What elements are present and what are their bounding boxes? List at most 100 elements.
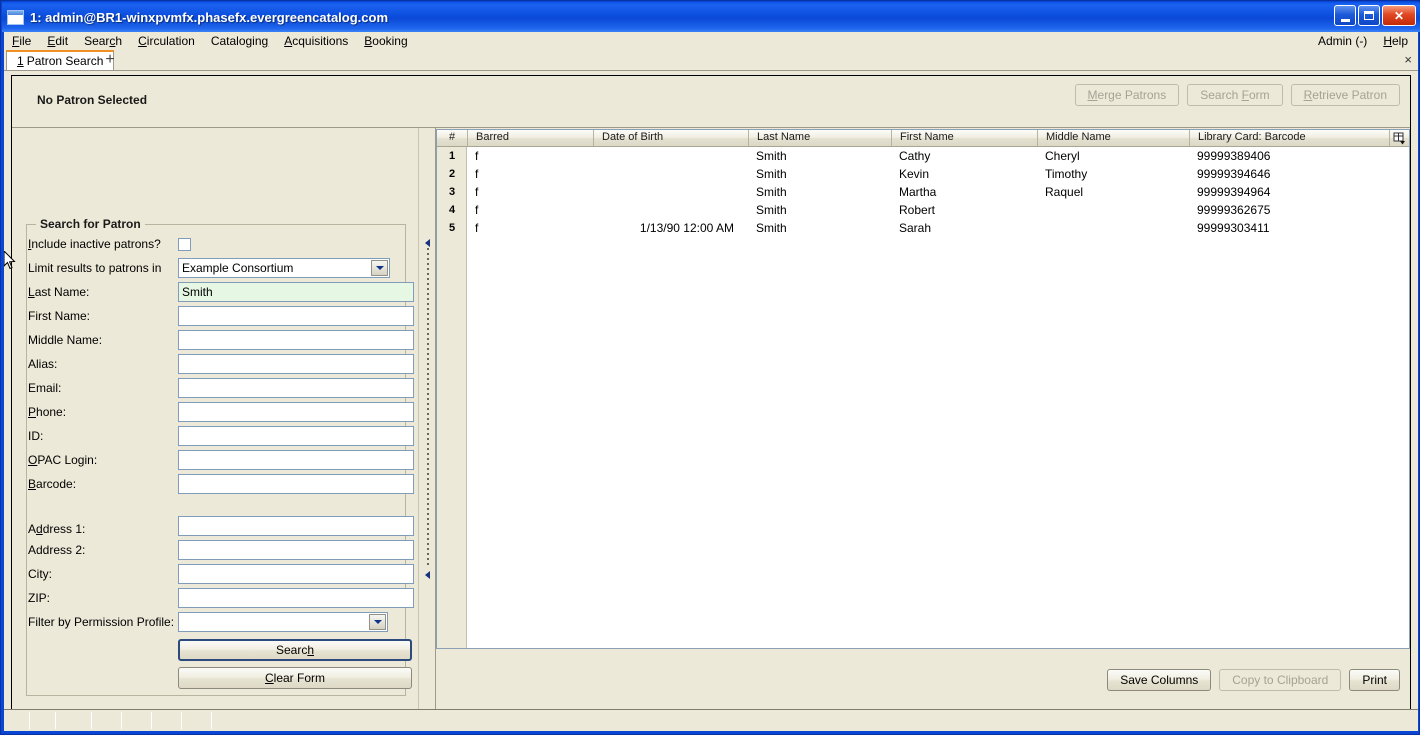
cell-barcode: 99999389406 [1197,149,1271,163]
menu-file[interactable]: File [4,33,39,49]
chevron-down-icon [369,614,386,630]
status-cell-7 [182,712,212,729]
field-include-inactive: Include inactive patrons? [28,232,418,256]
collapse-left-arrow-icon[interactable] [423,238,432,247]
id-input[interactable] [178,426,414,446]
column-header-num[interactable]: # [437,130,467,146]
cell-barred: f [475,221,479,235]
address2-input[interactable] [178,540,414,560]
search-form-buttons: Search Clear Form [28,639,418,689]
table-row[interactable]: 2 f Smith Kevin Timothy 99999394646 [437,165,1409,183]
alias-input[interactable] [178,354,414,374]
cell-middle_name: Timothy [1045,167,1088,181]
tab-strip: 1 Patron Search + × [4,50,1418,71]
menu-edit[interactable]: Edit [39,33,76,49]
column-header-dob[interactable]: Date of Birth [593,130,748,146]
menu-search[interactable]: Search [76,33,130,49]
app-icon [7,9,24,25]
menu-booking[interactable]: Booking [356,33,415,49]
field-address2: Address 2: [28,538,418,562]
last-name-input[interactable] [178,282,414,302]
menu-cataloging[interactable]: Cataloging [203,33,276,49]
menu-help[interactable]: Help [1375,33,1416,49]
print-button[interactable]: Print [1349,669,1400,691]
menu-admin[interactable]: Admin (-) [1310,33,1375,49]
field-id: ID: [28,424,418,448]
column-header-middle_name[interactable]: Middle Name [1037,130,1189,146]
cell-barred: f [475,203,479,217]
cell-first_name: Robert [899,203,936,217]
table-row[interactable]: 3 f Smith Martha Raquel 99999394964 [437,183,1409,201]
table-row[interactable]: 4 f Smith Robert 99999362675 [437,201,1409,219]
retrieve-patron-button[interactable]: Retrieve Patron [1290,84,1400,106]
barcode-input[interactable] [178,474,414,494]
field-permission-profile: Filter by Permission Profile: [28,610,418,634]
results-grid: # Barred Date of Birth Last Name First Name M… [436,129,1410,649]
opac-login-label: OPAC Login: [28,453,98,467]
column-header-last_name[interactable]: Last Name [748,130,891,146]
middle-name-label: Middle Name: [28,333,103,347]
field-first-name: First Name: [28,304,418,328]
limit-results-value: Example Consortium [182,261,294,275]
patron-search-form: Include inactive patrons? Limit results … [28,232,418,695]
tab-patron-search[interactable]: 1 Patron Search [6,50,115,70]
minimize-button[interactable] [1334,5,1356,26]
limit-results-select[interactable]: Example Consortium [178,258,390,278]
splitter-grip[interactable] [427,248,429,568]
limit-results-label: Limit results to patrons in [28,261,162,275]
column-chooser-icon[interactable] [1389,130,1409,146]
new-tab-button[interactable]: + [102,52,118,68]
permission-profile-select[interactable] [178,612,388,632]
status-cell-fill [212,712,1416,729]
phone-input[interactable] [178,402,414,422]
email-input[interactable] [178,378,414,398]
middle-name-input[interactable] [178,330,414,350]
address1-input[interactable] [178,516,414,536]
zip-input[interactable] [178,588,414,608]
pane-splitter[interactable] [418,128,436,709]
city-input[interactable] [178,564,414,584]
field-city: City: [28,562,418,586]
menu-acquisitions[interactable]: Acquisitions [276,33,356,49]
opac-login-input[interactable] [178,450,414,470]
close-button[interactable]: ✕ [1382,5,1416,26]
cell-barcode: 99999394646 [1197,167,1271,181]
clear-form-button[interactable]: Clear Form [178,667,412,689]
cell-barred: f [475,185,479,199]
table-row[interactable]: 5 f 1/13/90 12:00 AM Smith Sarah 99999303411 [437,219,1409,237]
column-header-barred[interactable]: Barred [467,130,593,146]
cell-barcode: 99999303411 [1197,221,1270,235]
grid-rows: 1 f Smith Cathy Cheryl 99999389406 2 f Smith Kevi… [437,147,1409,237]
menu-circulation[interactable]: Circulation [130,33,203,49]
first-name-input[interactable] [178,306,414,326]
cell-num: 2 [448,168,456,180]
search-button[interactable]: Search [178,639,412,661]
window-title: 1: admin@BR1-winxpvmfx.phasefx.evergreen… [30,9,389,25]
page-title: No Patron Selected [37,93,148,107]
application-window: 1: admin@BR1-winxpvmfx.phasefx.evergreen… [0,0,1420,735]
field-alias: Alias: [28,352,418,376]
save-columns-button[interactable]: Save Columns [1107,669,1212,691]
include-inactive-checkbox[interactable] [178,237,191,251]
column-header-first_name[interactable]: First Name [891,130,1037,146]
column-header-barcode[interactable]: Library Card: Barcode [1189,130,1391,146]
merge-patrons-button[interactable]: Merge Patrons [1074,84,1180,106]
include-inactive-label: Include inactive patrons? [28,237,161,251]
phone-label: Phone: [28,405,67,419]
status-cell-5 [122,712,152,729]
client-area: File Edit Search Circulation Cataloging … [4,32,1418,731]
grid-header-row: # Barred Date of Birth Last Name First Name M… [437,130,1409,147]
close-tab-icon[interactable]: × [1404,52,1412,67]
field-last-name: Last Name: [28,280,418,304]
cell-num: 3 [448,186,456,198]
maximize-button[interactable] [1358,5,1380,26]
city-label: City: [28,567,52,581]
last-name-label: Last Name: [28,285,90,299]
search-form-button[interactable]: Search Form [1187,84,1283,106]
tab-label: Patron Search [26,54,104,68]
menu-bar-right: Admin (-) Help [1310,32,1416,50]
table-row[interactable]: 1 f Smith Cathy Cheryl 99999389406 [437,147,1409,165]
collapse-left-arrow-icon-2[interactable] [423,570,432,579]
copy-to-clipboard-button[interactable]: Copy to Clipboard [1219,669,1342,691]
cell-barcode: 99999394964 [1197,185,1271,199]
